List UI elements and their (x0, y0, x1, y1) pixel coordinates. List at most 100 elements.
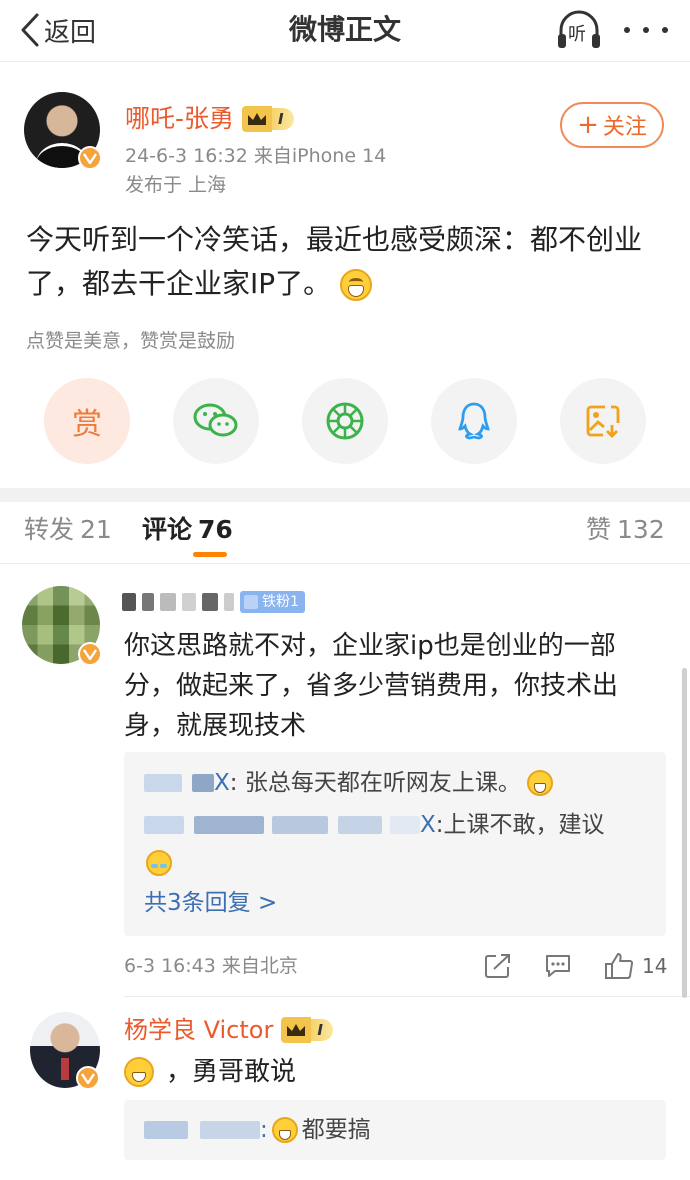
share-wechat-button[interactable] (173, 378, 259, 464)
blurred-reply-name (390, 816, 420, 834)
post-text: 今天听到一个冷笑话，最近也感受颇深：都不创业了，都去干企业家IP了。 (26, 223, 643, 300)
reply-line: : 都要搞 (144, 1113, 371, 1147)
reply-line: X : 张总每天都在听网友上课。 (144, 766, 553, 800)
tab-repost[interactable]: 转发 21 (24, 512, 112, 548)
more-dot-icon (643, 27, 649, 33)
comment-meta: 6-3 16:43 来自北京 (124, 955, 298, 977)
comment-like-count: 14 (642, 954, 668, 978)
tab-likes-label: 赞 (586, 515, 612, 544)
follow-label: 关注 (602, 115, 647, 140)
more-dot-icon (662, 27, 668, 33)
member-level: I (311, 1019, 333, 1041)
post-meta: 24-6-3 16:32 来自iPhone 14 (125, 145, 387, 167)
blurred-reply-name (144, 774, 182, 792)
share-row: 赏 (0, 378, 690, 468)
verified-badge-icon (76, 1066, 100, 1090)
reward-button[interactable]: 赏 (44, 378, 130, 464)
follow-button[interactable]: + 关注 (560, 102, 664, 148)
listen-button[interactable]: 听 (555, 8, 603, 52)
grin-emoji-icon (526, 770, 553, 796)
post-body: 今天听到一个冷笑话，最近也感受颇深：都不创业了，都去干企业家IP了。 (26, 218, 666, 306)
tab-likes-count: 132 (617, 515, 665, 544)
comment-text: 你这思路就不对，企业家ip也是创业的一部分，做起来了，省多少营销费用，你技术出身… (124, 631, 619, 741)
verified-badge-icon (78, 146, 102, 170)
tab-likes[interactable]: 赞 132 (586, 512, 665, 548)
blurred-reply-name (194, 816, 264, 834)
commenter-name-blurred[interactable]: 铁粉1 (122, 590, 305, 614)
blurred-text (224, 593, 234, 611)
author-name[interactable]: 哪吒-张勇 (125, 101, 234, 137)
post-location: 发布于 上海 (125, 174, 227, 196)
member-badge[interactable]: I (242, 106, 294, 132)
reply-box[interactable]: X : 张总每天都在听网友上课。 X :上课不敢，建议 共3条回复 > (124, 752, 666, 936)
verified-badge-icon (78, 642, 102, 666)
author-avatar[interactable] (24, 92, 102, 170)
more-button[interactable] (624, 18, 668, 42)
tab-repost-count: 21 (80, 515, 112, 544)
wechat-icon (193, 403, 238, 437)
top-navbar: 返回 微博正文 听 (0, 0, 690, 62)
reply-line-emoji (146, 850, 172, 876)
reward-label: 赏 (72, 407, 102, 442)
commenter-name[interactable]: 杨学良 Victor (124, 1013, 273, 1047)
author-name-row[interactable]: 哪吒-张勇 I (125, 101, 294, 137)
repost-icon (485, 954, 510, 978)
reply-text: :上课不敢，建议 (435, 812, 605, 838)
tab-comments[interactable]: 评论 76 (142, 512, 233, 548)
blurred-reply-name (144, 1121, 188, 1139)
crown-icon (242, 106, 273, 132)
grin-emoji-icon (340, 269, 373, 301)
active-tab-indicator (193, 552, 227, 557)
view-more-replies-link[interactable]: 共3条回复 > (144, 886, 277, 920)
scrollbar[interactable] (682, 668, 687, 998)
blurred-text (182, 593, 196, 611)
reply-line: X :上课不敢，建议 (144, 808, 605, 842)
interaction-tabs: 转发 21 评论 76 赞 132 (0, 502, 690, 564)
blurred-reply-name (338, 816, 382, 834)
smile-emoji-icon (124, 1057, 154, 1087)
plus-icon: + (577, 110, 599, 140)
blurred-reply-name (272, 816, 328, 834)
reward-hint: 点赞是美意，赞赏是鼓励 (26, 330, 236, 352)
reply-colon: : (260, 1117, 268, 1143)
blurred-text (160, 593, 176, 611)
tab-comments-count: 76 (198, 515, 233, 544)
tab-comments-label: 评论 (142, 515, 193, 544)
laugh-emoji-icon (271, 1117, 298, 1143)
save-image-icon (586, 405, 620, 438)
comment-text: ，勇哥敢说 (166, 1057, 297, 1087)
comment-text-row: ，勇哥敢说 (124, 1052, 296, 1092)
reply-text: : 张总每天都在听网友上课。 (229, 770, 521, 796)
share-qq-button[interactable] (431, 378, 517, 464)
member-badge[interactable]: I (281, 1017, 333, 1043)
qq-icon (458, 402, 490, 440)
comment-repost-button[interactable] (484, 950, 512, 982)
section-divider (0, 488, 690, 502)
blurred-reply-name (192, 774, 214, 792)
comment-reply-button[interactable] (544, 950, 572, 982)
crown-icon (281, 1017, 312, 1043)
comment-icon (546, 955, 570, 977)
blurred-text (202, 593, 218, 611)
moments-icon (326, 402, 364, 440)
reply-text: 都要搞 (301, 1117, 371, 1143)
reply-name-tail: X (214, 770, 230, 796)
comment-like-button[interactable]: 14 (604, 950, 667, 982)
laugh-cry-emoji-icon (146, 850, 172, 876)
reply-name-tail: X (420, 812, 436, 838)
commenter-name-row[interactable]: 杨学良 Victor I (124, 1013, 333, 1047)
blurred-text (142, 593, 154, 611)
more-dot-icon (624, 27, 630, 33)
member-level: I (272, 108, 294, 130)
tab-repost-label: 转发 (24, 515, 75, 544)
blurred-text (122, 593, 136, 611)
reply-box[interactable]: : 都要搞 (124, 1100, 666, 1160)
fan-badge[interactable]: 铁粉1 (240, 591, 305, 613)
blurred-reply-name (144, 816, 184, 834)
listen-label: 听 (568, 24, 586, 45)
share-moments-button[interactable] (302, 378, 388, 464)
blurred-reply-name (200, 1121, 260, 1139)
thumbs-up-icon (605, 953, 634, 979)
comment-divider (124, 996, 690, 997)
save-image-button[interactable] (560, 378, 646, 464)
